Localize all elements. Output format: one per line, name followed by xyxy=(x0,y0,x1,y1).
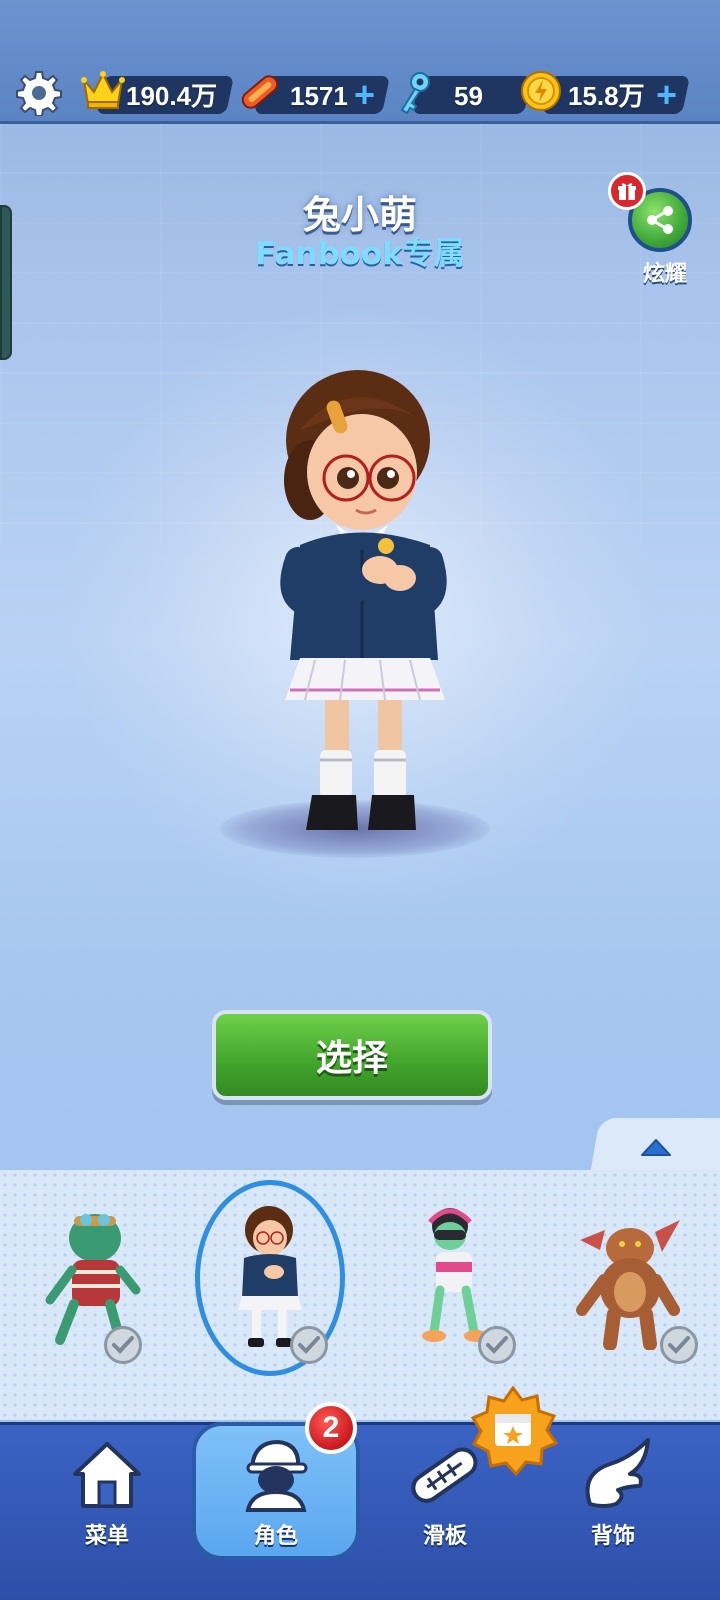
settings-gear-icon[interactable] xyxy=(14,68,64,118)
add-coins-button[interactable]: + xyxy=(656,76,677,114)
key-icon xyxy=(396,70,436,120)
select-button-label: 选择 xyxy=(315,1038,388,1079)
nav-label-characters: 角色 xyxy=(253,1524,298,1549)
carousel-character-goblin[interactable] xyxy=(40,1200,160,1370)
hoverboard-icon xyxy=(236,70,284,118)
coin-icon xyxy=(520,70,562,116)
nav-label-back-accessories: 背饰 xyxy=(590,1524,635,1549)
owned-check-icon xyxy=(290,1326,328,1364)
nav-item-back-accessories[interactable]: 背饰 xyxy=(548,1430,678,1580)
owned-check-icon xyxy=(660,1326,698,1364)
share-label: 炫耀 xyxy=(642,262,687,287)
expand-up-icon[interactable] xyxy=(638,1136,674,1162)
select-character-button[interactable]: 选择 xyxy=(212,1010,492,1100)
nav-label-menu: 菜单 xyxy=(84,1524,129,1549)
keys-count: 59 xyxy=(454,81,483,111)
coins-value: 15.8万 xyxy=(568,81,645,111)
add-hoverboards-button[interactable]: + xyxy=(354,76,375,114)
character-subtitle: Fanbook专属 xyxy=(255,236,465,272)
crown-icon xyxy=(80,68,126,116)
character-icon xyxy=(245,1439,308,1512)
owned-check-icon xyxy=(104,1326,142,1364)
share-icon xyxy=(647,206,673,234)
event-calendar-icon[interactable] xyxy=(468,1385,559,1477)
notification-badge: 2 xyxy=(305,1402,357,1454)
nav-label-boards: 滑板 xyxy=(422,1524,467,1549)
hoverboard-count: 1571 xyxy=(290,81,348,111)
home-icon xyxy=(73,1442,141,1508)
character-model-tu-xiao-meng[interactable] xyxy=(270,360,460,860)
nav-item-menu[interactable]: 菜单 xyxy=(42,1430,172,1580)
score-value: 190.4万 xyxy=(126,81,218,111)
owned-check-icon xyxy=(478,1326,516,1364)
wings-icon xyxy=(585,1438,650,1508)
gift-icon xyxy=(608,172,646,210)
